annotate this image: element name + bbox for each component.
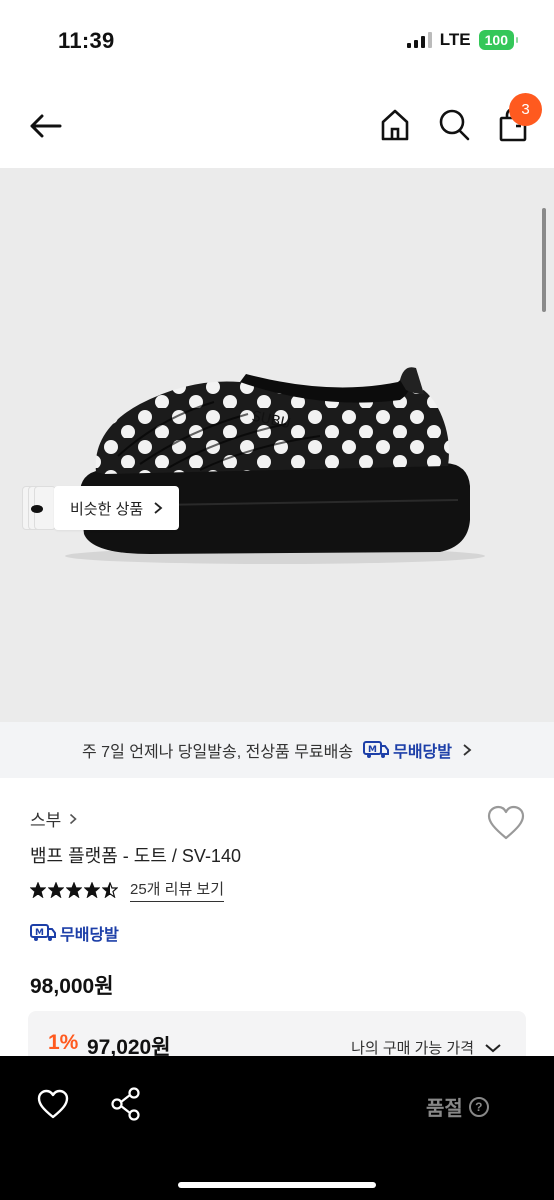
search-button[interactable]	[436, 106, 472, 144]
star-icon	[30, 882, 46, 898]
chevron-right-icon	[70, 813, 77, 824]
soldout-label: 품절	[426, 1098, 463, 1120]
free-delivery-label: 무배당발	[393, 744, 452, 761]
chevron-right-icon	[154, 502, 163, 514]
home-indicator	[178, 1182, 376, 1188]
delivery-truck-icon: M	[30, 924, 56, 941]
wishlist-button[interactable]	[486, 804, 526, 842]
battery-indicator: 100	[478, 30, 519, 50]
search-icon	[439, 109, 470, 141]
delivery-banner[interactable]: 주 7일 언제나 당일발송, 전상품 무료배송 M 무배당발	[0, 722, 554, 778]
heart-icon	[37, 1089, 69, 1119]
svg-text:M: M	[35, 928, 44, 938]
review-link[interactable]: 25개 리뷰 보기	[130, 878, 225, 902]
free-shipping-label: 무배당발	[60, 927, 119, 944]
similar-products-label: 비슷한 상품	[70, 500, 144, 518]
status-bar: 11:39 LTE 100	[0, 0, 554, 84]
network-label: LTE	[439, 30, 471, 49]
star-icon	[102, 882, 118, 898]
shoe-thumbnail-icon	[31, 505, 43, 513]
star-icon	[84, 882, 100, 898]
free-shipping-badge: M 무배당발	[30, 921, 119, 945]
share-icon	[111, 1087, 140, 1121]
nav-bar	[0, 84, 554, 168]
product-image-area[interactable]: SUBU	[0, 168, 554, 722]
home-button[interactable]	[376, 106, 414, 144]
like-button[interactable]	[36, 1088, 70, 1120]
star-icon	[66, 882, 82, 898]
home-icon	[381, 109, 409, 141]
product-price: 98,000원	[30, 975, 114, 998]
discount-rate: 1%	[48, 1031, 79, 1054]
soldout-status: 품절 ?	[426, 1092, 489, 1121]
brand-name: 스부	[30, 811, 62, 830]
free-delivery-badge: M 무배당발	[363, 738, 452, 762]
product-image: SUBU	[65, 367, 485, 564]
bottom-action-bar: 품절 ?	[0, 1056, 554, 1200]
my-price-label: 나의 구매 가능 가격	[351, 1040, 474, 1057]
status-indicators: LTE 100	[406, 30, 519, 50]
cart-count-badge: 3	[509, 93, 542, 126]
status-time: 11:39	[58, 28, 115, 53]
rating-row: 25개 리뷰 보기	[30, 878, 225, 902]
product-name: 뱀프 플랫폼 - 도트 / SV-140	[30, 846, 241, 866]
image-scrollbar[interactable]	[542, 208, 546, 312]
back-arrow-icon	[30, 114, 62, 138]
chevron-down-icon	[485, 1043, 501, 1052]
my-price-toggle[interactable]: 나의 구매 가능 가격	[351, 1037, 502, 1058]
similar-thumbnails[interactable]	[22, 486, 56, 530]
share-button[interactable]	[110, 1086, 142, 1122]
heart-icon	[487, 805, 525, 840]
delivery-truck-icon: M	[363, 741, 390, 758]
similar-products-button[interactable]: 비슷한 상품	[54, 486, 180, 530]
signal-icon	[406, 32, 432, 48]
help-icon[interactable]: ?	[468, 1096, 489, 1117]
delivery-text: 주 7일 언제나 당일발송, 전상품 무료배송	[82, 744, 354, 761]
brand-link[interactable]: 스부	[30, 806, 77, 831]
svg-text:M: M	[368, 745, 377, 755]
rating-stars	[30, 882, 118, 898]
star-icon	[48, 882, 64, 898]
back-button[interactable]	[26, 106, 66, 146]
chevron-right-icon	[463, 744, 472, 756]
